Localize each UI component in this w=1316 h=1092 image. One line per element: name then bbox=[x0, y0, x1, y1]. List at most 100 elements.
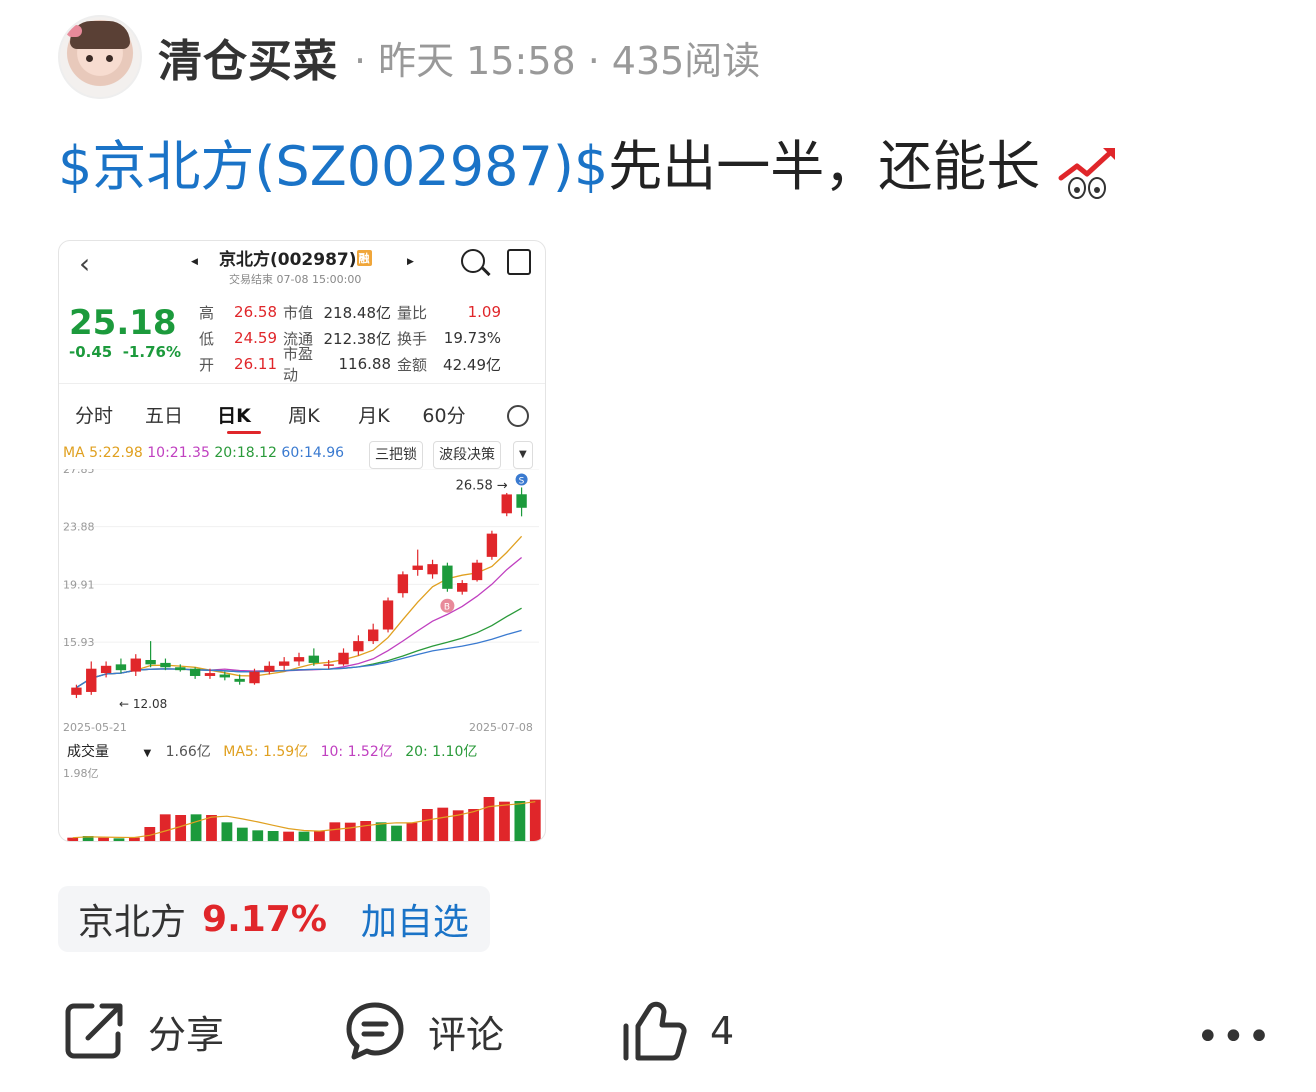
more-options-icon[interactable]: ••• bbox=[1196, 1014, 1273, 1060]
stat-key: 金额 bbox=[397, 355, 428, 374]
volume-bar bbox=[283, 831, 294, 841]
ma-legend: MA 5:22.98 10:21.35 20:18.12 60:14.96 bbox=[63, 445, 344, 461]
username[interactable]: 清仓买菜 bbox=[158, 25, 338, 89]
like-button[interactable]: 4 bbox=[622, 1000, 734, 1062]
share-label: 分享 bbox=[148, 1012, 225, 1057]
share-button[interactable]: 分享 bbox=[64, 1000, 224, 1062]
low-price-label: ← 12.08 bbox=[119, 697, 167, 711]
volume-bar bbox=[98, 837, 109, 841]
candle-body bbox=[368, 629, 379, 642]
comment-button[interactable]: 评论 bbox=[344, 1000, 504, 1062]
volume-bar bbox=[344, 822, 356, 841]
volume-bar bbox=[221, 822, 233, 841]
stat-key: 高 bbox=[199, 303, 215, 322]
volume-bar bbox=[421, 809, 433, 841]
search-icon bbox=[461, 249, 485, 273]
tab-4: 月K bbox=[358, 405, 390, 427]
vol-ma10: 10: 1.52亿 bbox=[320, 744, 393, 760]
divider bbox=[59, 383, 545, 384]
candle-body bbox=[145, 659, 156, 665]
candle-body bbox=[457, 583, 468, 592]
candle-body bbox=[100, 665, 112, 674]
candle-body bbox=[264, 665, 275, 672]
stat-value: 24.59 bbox=[234, 329, 277, 347]
stat-value: 42.49亿 bbox=[443, 355, 501, 374]
y-tick-label: 23.88 bbox=[63, 521, 95, 534]
candle-body bbox=[160, 662, 171, 668]
post-text: 先出一半，还能长 bbox=[608, 135, 1041, 198]
comment-label: 评论 bbox=[428, 1012, 505, 1057]
volume-bar bbox=[437, 807, 449, 841]
candle-body bbox=[189, 668, 201, 676]
ma60-label: 60:14.96 bbox=[281, 445, 345, 461]
user-avatar[interactable] bbox=[58, 15, 142, 99]
candle-body bbox=[501, 494, 512, 514]
candle-body bbox=[130, 658, 141, 672]
candle-body bbox=[486, 533, 498, 557]
candle-body bbox=[308, 655, 320, 663]
like-count: 4 bbox=[710, 1009, 735, 1053]
ma20-label: 20:18.12 bbox=[214, 445, 277, 461]
tab-1: 五日 bbox=[144, 405, 183, 427]
post-meta: · 昨天 15:58 · 435阅读 bbox=[354, 38, 761, 83]
margin-badge: 融 bbox=[356, 250, 372, 266]
candle-body bbox=[382, 600, 394, 630]
volume-bar bbox=[529, 799, 541, 841]
candle-body bbox=[204, 673, 216, 676]
share-icon bbox=[507, 249, 531, 275]
tab-3: 周K bbox=[288, 405, 320, 427]
stat-key: 开 bbox=[199, 355, 215, 374]
back-icon: ‹ bbox=[79, 247, 91, 280]
y-tick-label: 15.93 bbox=[63, 636, 95, 649]
stat-value: 26.58 bbox=[234, 303, 277, 321]
stat-value: 1.09 bbox=[467, 303, 501, 321]
stat-value: 218.48亿 bbox=[323, 303, 392, 322]
volume-bar bbox=[499, 801, 510, 841]
candle-body bbox=[397, 574, 409, 594]
post-time: 昨天 15:58 bbox=[378, 38, 576, 83]
card-stock-title: 京北方(002987) 融 bbox=[219, 250, 372, 270]
buy-marker-text: B bbox=[444, 603, 450, 613]
volume-bar bbox=[252, 830, 264, 841]
period-tabs: 分时 五日 日K 周K 月K 60分 bbox=[59, 401, 545, 428]
chart-increasing-icon bbox=[1058, 148, 1116, 200]
candle-body bbox=[427, 564, 438, 575]
candle-body bbox=[442, 565, 453, 589]
thumbs-up-icon bbox=[623, 1001, 687, 1061]
vol-ma5: MA5: 1.59亿 bbox=[223, 744, 309, 760]
volume-legend: 成交量 ▼ 1.66亿 MA5: 1.59亿 10: 1.52亿 20: 1.1… bbox=[67, 744, 478, 760]
volume-bar bbox=[314, 831, 325, 841]
stock-chip[interactable]: 京北方 9.17% 加自选 bbox=[58, 886, 490, 952]
share-out-icon bbox=[65, 1003, 123, 1059]
stock-chart-image[interactable]: ‹ ◀ 京北方(002987) 融 ▶ 交易结束 07-08 15:00:00 2… bbox=[58, 240, 546, 842]
wave-button: 波段决策 bbox=[433, 441, 501, 469]
candle-body bbox=[353, 641, 364, 652]
volume-bar bbox=[67, 837, 79, 841]
stat-value: 19.73% bbox=[443, 329, 501, 347]
stat-key: 换手 bbox=[397, 329, 428, 348]
add-watchlist-button[interactable]: 加自选 bbox=[361, 893, 469, 945]
candle-body bbox=[516, 494, 527, 508]
post-content: $京北方(SZ002987)$先出一半，还能长 bbox=[58, 128, 1121, 206]
x-start-label: 2025-05-21 bbox=[63, 721, 127, 734]
candlestick-chart: 27.85 23.88 19.91 15.93 26.58 → S B ← 12.08 2025… bbox=[63, 469, 541, 841]
volume-bar bbox=[329, 822, 341, 841]
tab-0: 分时 bbox=[74, 405, 113, 427]
stat-row: 高 26.58 市值 218.48亿 量比 1.09 bbox=[199, 299, 539, 325]
stats-grid: 高 26.58 市值 218.48亿 量比 1.09 低 24.59 流通 212.38亿 换手 19… bbox=[199, 299, 539, 384]
volume-label: 成交量 bbox=[67, 744, 109, 760]
volume-bar bbox=[159, 814, 171, 841]
stock-tag-link[interactable]: $京北方(SZ002987)$ bbox=[58, 135, 608, 198]
trade-status: 交易结束 07-08 15:00:00 bbox=[229, 273, 362, 286]
vol-ma20: 20: 1.10亿 bbox=[405, 744, 478, 760]
candle-body bbox=[249, 671, 260, 684]
candle-body bbox=[323, 664, 334, 666]
volume-bar bbox=[236, 827, 248, 841]
post-header: 清仓买菜 · 昨天 15:58 · 435阅读 bbox=[58, 14, 1258, 100]
volume-bar bbox=[298, 831, 310, 841]
candle-body bbox=[471, 562, 483, 581]
candle-body bbox=[234, 678, 245, 682]
chip-stock-name: 京北方 bbox=[78, 902, 187, 943]
volume-bar bbox=[360, 821, 372, 841]
tab-2: 日K bbox=[217, 405, 251, 427]
